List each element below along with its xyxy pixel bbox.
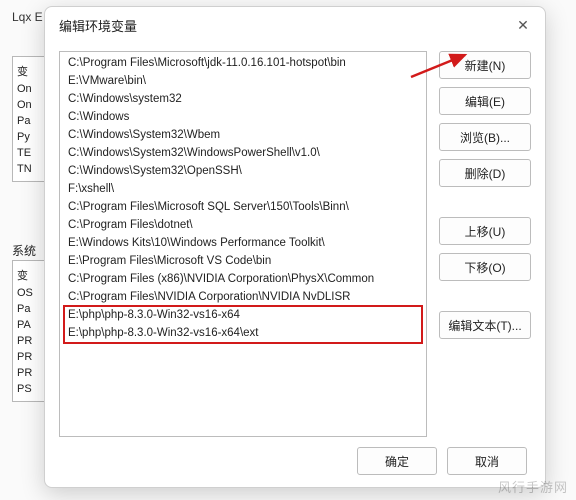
dialog-button-column: 新建(N) 编辑(E) 浏览(B)... 删除(D) 上移(U) 下移(O) 编… [439, 51, 531, 437]
path-list-item[interactable]: C:\Windows\System32\Wbem [60, 126, 426, 144]
ok-button[interactable]: 确定 [357, 447, 437, 475]
close-icon[interactable]: ✕ [513, 15, 533, 35]
path-list-item[interactable]: E:\php\php-8.3.0-Win32-vs16-x64\ext [60, 324, 426, 342]
delete-button[interactable]: 删除(D) [439, 159, 531, 187]
browse-button[interactable]: 浏览(B)... [439, 123, 531, 151]
path-listbox[interactable]: C:\Program Files\Microsoft\jdk-11.0.16.1… [59, 51, 427, 437]
path-list-item[interactable]: E:\VMware\bin\ [60, 72, 426, 90]
edit-text-button[interactable]: 编辑文本(T)... [439, 311, 531, 339]
path-list-item[interactable]: C:\Windows\system32 [60, 90, 426, 108]
path-list-item[interactable]: E:\php\php-8.3.0-Win32-vs16-x64 [60, 306, 426, 324]
section-system-label: 系统 [12, 242, 36, 259]
dialog-body: C:\Program Files\Microsoft\jdk-11.0.16.1… [45, 41, 545, 437]
path-list-inner: C:\Program Files\Microsoft\jdk-11.0.16.1… [60, 52, 426, 436]
new-button[interactable]: 新建(N) [439, 51, 531, 79]
path-list-item[interactable]: C:\Windows\System32\OpenSSH\ [60, 162, 426, 180]
dialog-title: 编辑环境变量 [59, 16, 137, 35]
path-list-item[interactable]: F:\xshell\ [60, 180, 426, 198]
path-list-item[interactable]: C:\Program Files\NVIDIA Corporation\NVID… [60, 288, 426, 306]
path-list-item[interactable]: E:\Program Files\Microsoft VS Code\bin [60, 252, 426, 270]
path-list-item[interactable]: C:\Windows [60, 108, 426, 126]
move-up-button[interactable]: 上移(U) [439, 217, 531, 245]
path-list-item[interactable]: C:\Program Files (x86)\NVIDIA Corporatio… [60, 270, 426, 288]
dialog-titlebar: 编辑环境变量 ✕ [45, 7, 545, 41]
path-list-item[interactable]: E:\Windows Kits\10\Windows Performance T… [60, 234, 426, 252]
path-list-item[interactable]: C:\Program Files\Microsoft\jdk-11.0.16.1… [60, 54, 426, 72]
path-list-item[interactable]: C:\Program Files\dotnet\ [60, 216, 426, 234]
edit-env-var-dialog: 编辑环境变量 ✕ C:\Program Files\Microsoft\jdk-… [44, 6, 546, 488]
edit-button[interactable]: 编辑(E) [439, 87, 531, 115]
path-list-item[interactable]: C:\Program Files\Microsoft SQL Server\15… [60, 198, 426, 216]
cancel-button[interactable]: 取消 [447, 447, 527, 475]
move-down-button[interactable]: 下移(O) [439, 253, 531, 281]
dialog-footer: 确定 取消 [45, 437, 545, 487]
path-list-item[interactable]: C:\Windows\System32\WindowsPowerShell\v1… [60, 144, 426, 162]
